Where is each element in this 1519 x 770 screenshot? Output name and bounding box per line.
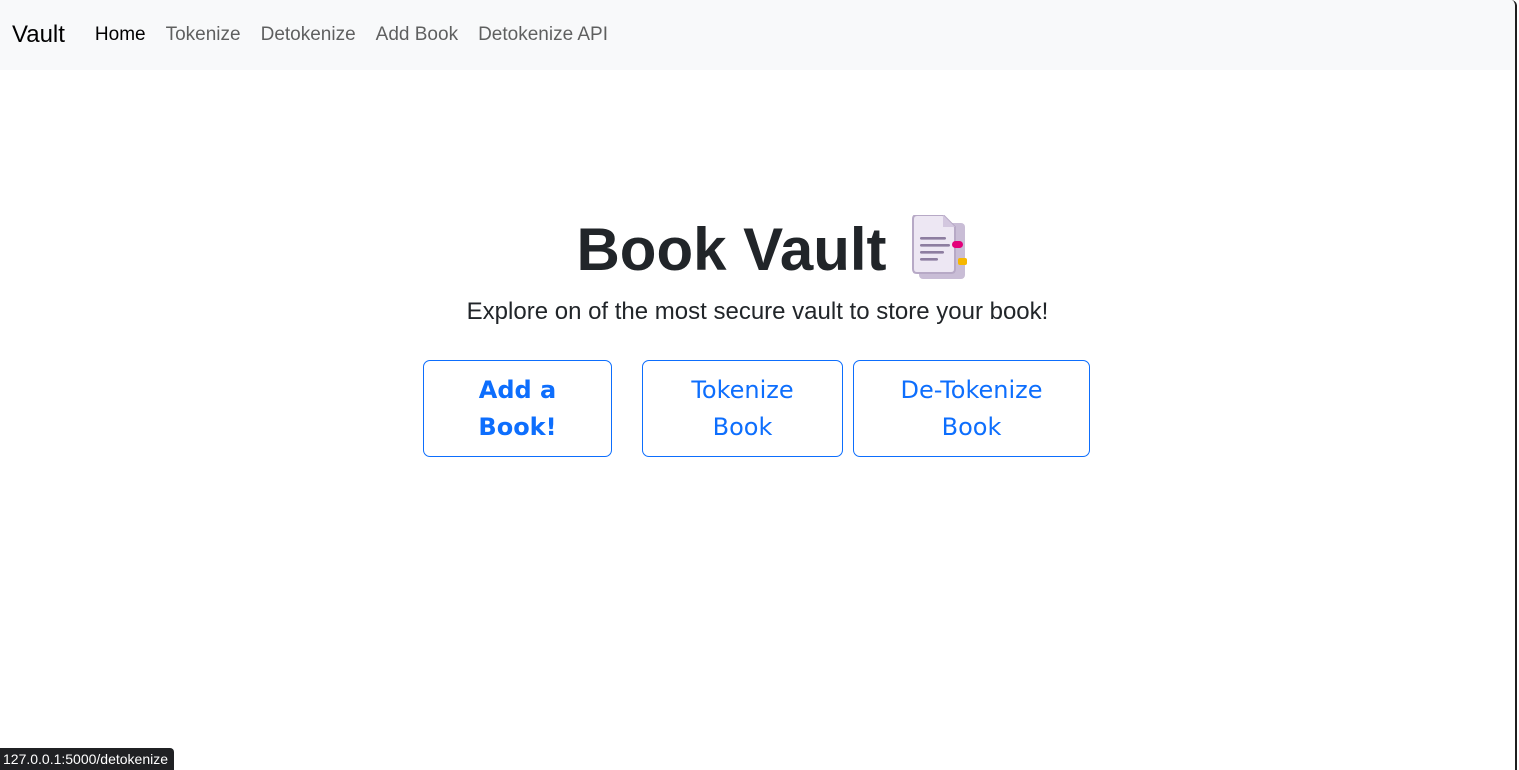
add-book-button-line1: Add a	[478, 375, 557, 404]
tokenize-book-button-line1: Tokenize	[691, 375, 794, 404]
status-bar-url: 127.0.0.1:5000/detokenize	[0, 748, 175, 770]
add-book-button[interactable]: Add a Book!	[423, 360, 612, 457]
navbar-brand[interactable]: Vault	[12, 21, 65, 49]
bookmark-tabs-icon	[909, 213, 969, 286]
nav-link-add-book[interactable]: Add Book	[366, 24, 468, 46]
nav-link-home[interactable]: Home	[85, 24, 156, 46]
browser-viewport: Vault Home Tokenize Detokenize Add Book …	[0, 0, 1517, 770]
tokenize-book-button-line2: Book	[712, 412, 773, 441]
nav-link-detokenize[interactable]: Detokenize	[251, 24, 366, 46]
tokenize-book-button[interactable]: Tokenize Book	[642, 360, 843, 457]
hero: Book Vault Explore on of the most secure…	[0, 210, 1515, 326]
detokenize-book-button-line1: De-Tokenize	[900, 375, 1043, 404]
page-subtitle: Explore on of the most secure vault to s…	[466, 298, 1049, 325]
detokenize-book-button-line2: Book	[941, 412, 1002, 441]
detokenize-book-button[interactable]: De-Tokenize Book	[853, 360, 1090, 457]
nav-link-tokenize[interactable]: Tokenize	[156, 24, 251, 46]
title-row: Book Vault	[30, 210, 1515, 290]
nav-link-detokenize-api[interactable]: Detokenize API	[468, 24, 618, 46]
navbar: Vault Home Tokenize Detokenize Add Book …	[0, 0, 1515, 70]
nav-links: Home Tokenize Detokenize Add Book Detoke…	[85, 24, 618, 46]
add-book-button-line2: Book!	[478, 412, 557, 441]
page-title: Book Vault	[576, 216, 887, 283]
